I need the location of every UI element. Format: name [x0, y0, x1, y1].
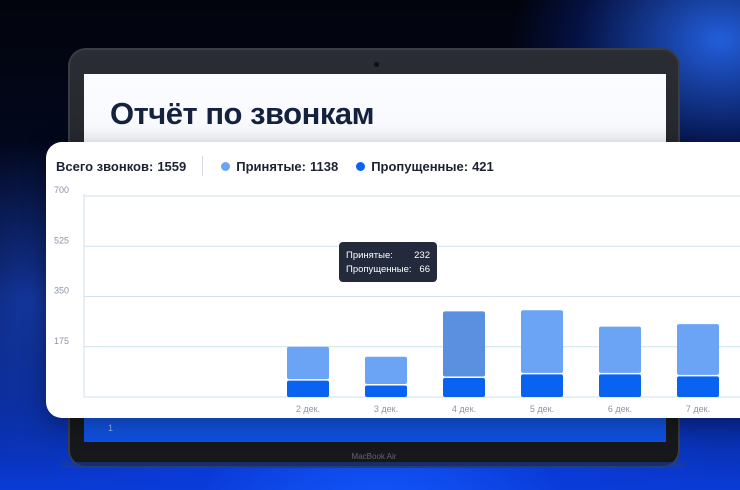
- device-label: MacBook Air: [351, 452, 397, 461]
- laptop-base: [60, 462, 688, 468]
- chart-tooltip: Принятые: 232 Пропущенные: 66: [339, 242, 437, 282]
- legend-accepted[interactable]: Принятые: 1138: [221, 159, 338, 174]
- bar-accepted: [599, 326, 641, 373]
- y-tick-label: 175: [54, 336, 69, 346]
- tooltip-accepted-row: Принятые: 232: [346, 249, 430, 263]
- bar-accepted: [677, 324, 719, 375]
- legend-missed[interactable]: Пропущенные: 421: [356, 159, 494, 174]
- screen-axis-tick: 1: [108, 423, 114, 433]
- bar-missed: [443, 378, 485, 397]
- bar-missed: [677, 376, 719, 397]
- y-tick-label: 350: [54, 286, 69, 296]
- chart-card: 700 525 350 175 2 дек. 3 дек. 4 дек. 5 дек. 6 де…: [46, 142, 740, 418]
- tooltip-missed-value: 66: [419, 264, 430, 275]
- x-tick-label: 3 дек.: [374, 404, 398, 414]
- tooltip-missed-label: Пропущенные:: [346, 264, 412, 275]
- summary-divider: [202, 156, 204, 176]
- tooltip-accepted-label: Принятые:: [346, 250, 393, 261]
- total-calls-label: Всего звонков:: [56, 158, 154, 174]
- bar-missed: [599, 374, 641, 397]
- accepted-dot-icon: [221, 161, 231, 171]
- y-tick-label: 525: [54, 235, 69, 245]
- bar-accepted: [443, 311, 485, 377]
- bar-missed: [365, 385, 407, 397]
- x-tick-label: 7 дек.: [686, 404, 710, 414]
- summary-bar: Всего звонков: 1559 Принятые: 1138 Пропу…: [56, 156, 512, 176]
- accepted-value: 1138: [310, 158, 339, 174]
- x-tick-label: 5 дек.: [530, 404, 554, 414]
- page-title: Отчёт по звонкам: [110, 96, 375, 131]
- camera-icon: [374, 62, 379, 67]
- missed-dot-icon: [356, 161, 366, 171]
- bar-missed: [287, 380, 329, 397]
- bar-accepted: [287, 346, 329, 380]
- accepted-label: Принятые:: [236, 158, 306, 174]
- bar-missed: [521, 374, 563, 397]
- tooltip-missed-row: Пропущенные: 66: [346, 263, 430, 277]
- x-tick-label: 6 дек.: [608, 404, 632, 414]
- missed-value: 421: [472, 158, 494, 174]
- x-tick-label: 4 дек.: [452, 404, 476, 414]
- total-calls-value: 1559: [157, 158, 187, 174]
- missed-label: Пропущенные:: [371, 158, 469, 174]
- x-tick-label: 2 дек.: [296, 404, 320, 414]
- tooltip-accepted-value: 232: [414, 250, 430, 261]
- bar-accepted: [521, 310, 563, 373]
- bar-accepted: [365, 356, 407, 385]
- y-tick-label: 700: [54, 185, 69, 195]
